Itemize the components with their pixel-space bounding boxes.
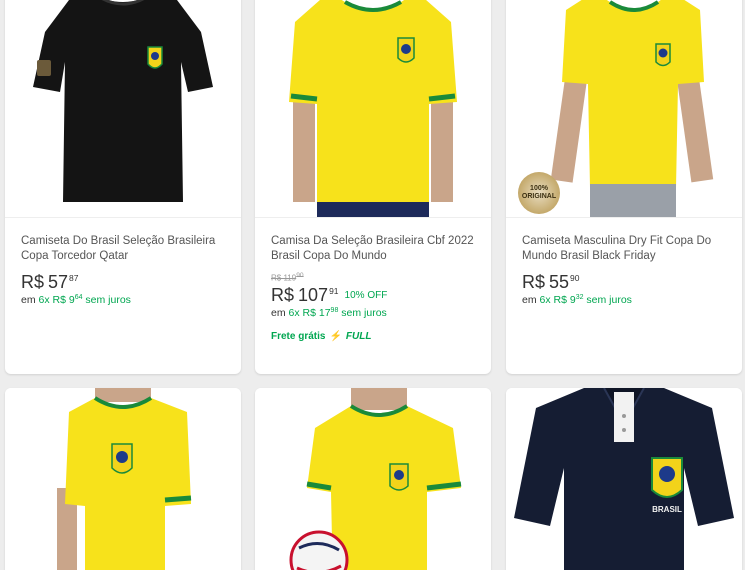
installments: em 6x R$ 1798 sem juros	[271, 307, 475, 319]
yellow-jersey-icon	[57, 388, 192, 570]
price-integer: 107	[298, 284, 329, 305]
product-image[interactable]	[5, 388, 241, 570]
product-image[interactable]: BRASIL	[506, 388, 742, 570]
installments-prefix: em	[522, 294, 537, 306]
product-card[interactable]: Camiseta Do Brasil Seleção Brasileira Co…	[5, 0, 241, 374]
product-card[interactable]: Camisa Da Seleção Brasileira Cbf 2022 Br…	[255, 0, 491, 374]
installments-suffix: sem juros	[341, 306, 387, 319]
product-card[interactable]	[5, 388, 241, 570]
navy-polo-icon: BRASIL	[514, 388, 734, 570]
installments-prefix: em	[21, 294, 36, 306]
installments: em 6x R$ 932 sem juros	[522, 294, 726, 306]
price: R$ 55 90	[522, 272, 726, 292]
installments-suffix: sem juros	[586, 294, 632, 306]
price: R$ 107 91 10% OFF	[271, 285, 475, 305]
installments: em 6x R$ 964 sem juros	[21, 294, 225, 306]
discount-badge: 10% OFF	[344, 289, 388, 301]
price-integer: 57	[48, 272, 69, 292]
old-price: R$ 11990	[271, 272, 475, 283]
price-cents: 87	[69, 273, 79, 283]
installments-cents: 98	[330, 306, 339, 314]
product-title[interactable]: Camisa Da Seleção Brasileira Cbf 2022 Br…	[271, 234, 475, 266]
free-shipping: Frete grátis ⚡ FULL	[271, 331, 475, 342]
full-label: FULL	[345, 330, 372, 342]
black-tshirt-icon	[33, 0, 213, 202]
installments-value: 6x R$ 9	[38, 294, 75, 306]
lightning-icon: ⚡	[329, 330, 342, 342]
installments-cents: 64	[74, 294, 83, 301]
yellow-jersey-icon	[289, 0, 457, 217]
product-card[interactable]	[255, 388, 491, 570]
price-integer: 55	[549, 272, 570, 292]
installments-suffix: sem juros	[85, 294, 131, 306]
old-price-cents: 90	[296, 272, 304, 279]
product-image[interactable]	[5, 0, 241, 218]
product-card[interactable]: BRASIL	[506, 388, 742, 570]
crest-label: BRASIL	[652, 505, 682, 514]
yellow-jersey-with-ball-icon	[289, 388, 462, 570]
installments-prefix: em	[271, 306, 286, 319]
price-cents: 90	[570, 273, 580, 283]
price-currency: R$	[522, 272, 546, 292]
product-title[interactable]: Camiseta Do Brasil Seleção Brasileira Co…	[21, 234, 225, 266]
installments-cents: 32	[575, 294, 584, 301]
price: R$ 57 87	[21, 272, 225, 292]
product-title[interactable]: Camiseta Masculina Dry Fit Copa Do Mundo…	[522, 234, 726, 266]
old-price-value: R$ 119	[271, 273, 297, 283]
product-image[interactable]	[255, 388, 491, 570]
product-image[interactable]	[255, 0, 491, 218]
product-card[interactable]: 100% ORIGINAL Camiseta Masculina Dry Fit…	[506, 0, 742, 374]
product-grid: Camiseta Do Brasil Seleção Brasileira Co…	[0, 0, 745, 570]
price-currency: R$	[21, 272, 45, 292]
product-image[interactable]: 100% ORIGINAL	[506, 0, 742, 218]
installments-value: 6x R$ 17	[288, 306, 331, 319]
price-cents: 91	[329, 285, 339, 296]
installments-value: 6x R$ 9	[539, 294, 576, 306]
original-seal: 100% ORIGINAL	[518, 172, 560, 214]
free-shipping-label: Frete grátis	[271, 330, 326, 342]
price-currency: R$	[271, 284, 295, 305]
